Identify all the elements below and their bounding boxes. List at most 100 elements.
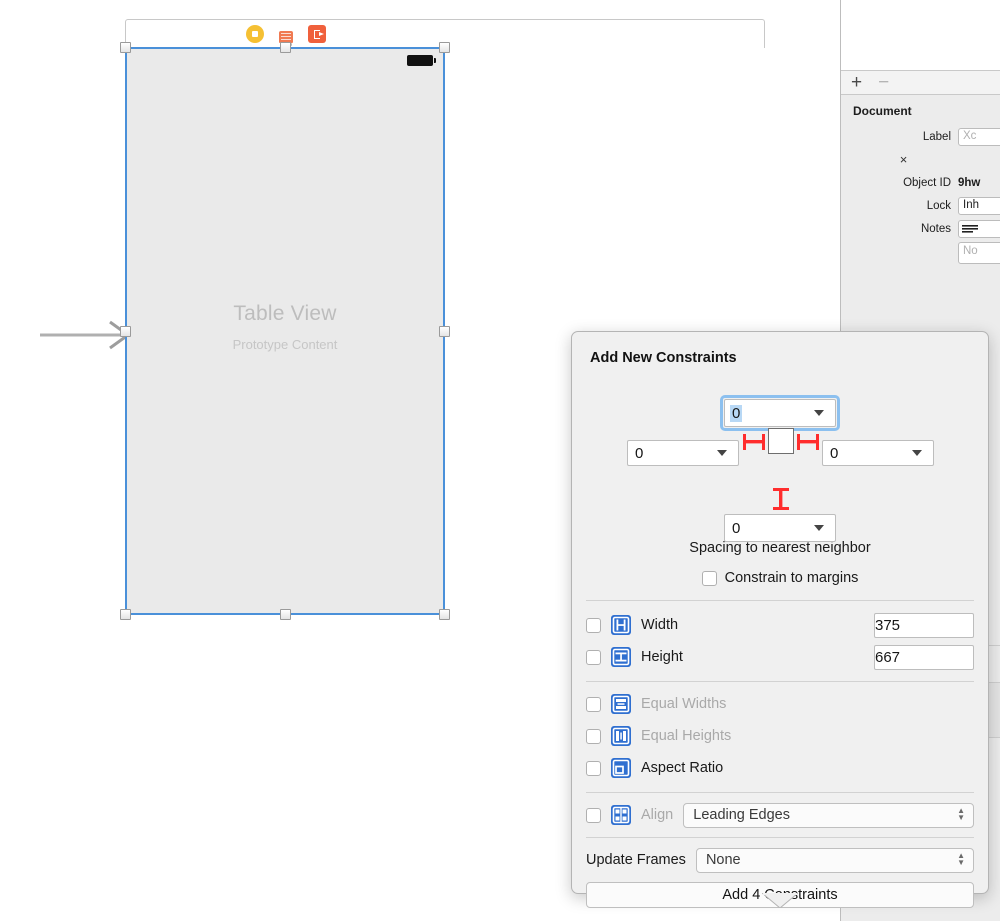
close-icon[interactable]: × [900, 152, 908, 167]
text-lines-icon [962, 224, 978, 234]
constrain-to-margins-row[interactable]: Constrain to margins [572, 570, 988, 586]
top-spacing-combo[interactable]: 0 [724, 399, 836, 427]
chevron-down-icon [912, 450, 922, 456]
object-id-value: 9hw [958, 177, 1000, 189]
top-spacing-value: 0 [730, 405, 742, 422]
height-constraint-row[interactable]: Height 667 [572, 641, 988, 673]
align-popup-button[interactable]: Leading Edges ▲▼ [683, 803, 974, 828]
equal-widths-label: Equal Widths [641, 696, 726, 712]
update-frames-popup-button[interactable]: None ▲▼ [696, 848, 974, 873]
view-controller-icon[interactable] [246, 25, 264, 43]
divider [586, 600, 974, 601]
selection-handle-bottom-left[interactable] [120, 609, 131, 620]
bottom-spacing-value: 0 [725, 520, 740, 537]
notes-area-row: No [841, 240, 1000, 263]
label-input[interactable]: Xc [958, 128, 1000, 146]
selection-handle-top-center[interactable] [280, 42, 291, 53]
aspect-ratio-label: Aspect Ratio [641, 760, 723, 776]
selection-handle-top-left[interactable] [120, 42, 131, 53]
selection-handle-bottom-right[interactable] [439, 609, 450, 620]
height-constraint-icon [611, 647, 631, 667]
table-view-title: Table View [127, 302, 443, 326]
left-spacing-combo[interactable]: 0 [627, 440, 739, 466]
label-row: Label Xc [841, 125, 1000, 148]
right-spacing-combo[interactable]: 0 [822, 440, 934, 466]
table-view-controller-view[interactable]: Table View Prototype Content [125, 47, 445, 615]
lock-popup[interactable]: Inh [958, 197, 1000, 215]
divider [586, 681, 974, 682]
update-frames-label: Update Frames [586, 852, 686, 868]
align-row[interactable]: Align Leading Edges ▲▼ [572, 799, 988, 831]
width-constraint-icon [611, 615, 631, 635]
equal-widths-row[interactable]: Equal Widths [572, 688, 988, 720]
popover-title: Add New Constraints [572, 332, 988, 366]
selection-handle-middle-left[interactable] [120, 326, 131, 337]
aspect-ratio-row[interactable]: Aspect Ratio [572, 752, 988, 784]
chevron-down-icon [814, 410, 824, 416]
height-value-combo[interactable]: 667 [874, 645, 974, 670]
spacing-constraints-area: 0 0 0 0 [572, 366, 988, 544]
align-icon [611, 805, 631, 825]
notes-textarea[interactable]: No [958, 242, 1000, 264]
remove-button[interactable]: − [878, 73, 889, 92]
width-constraint-row[interactable]: Width 375 [572, 609, 988, 641]
label-field-label: Label [923, 131, 951, 143]
constraint-center-square [768, 428, 794, 454]
chevron-down-icon [717, 450, 727, 456]
align-value: Leading Edges [693, 807, 790, 823]
notes-label: Notes [921, 223, 951, 235]
update-frames-row[interactable]: Update Frames None ▲▼ [572, 844, 988, 876]
object-id-row: Object ID 9hw [841, 171, 1000, 194]
constrain-to-margins-checkbox[interactable] [702, 571, 717, 586]
add-new-constraints-popover[interactable]: Add New Constraints 0 0 0 0 [571, 331, 989, 894]
equal-widths-checkbox[interactable] [586, 697, 601, 712]
width-checkbox[interactable] [586, 618, 601, 633]
right-strut-icon[interactable] [796, 432, 820, 452]
clear-label-row: × [841, 148, 1000, 171]
stepper-chevrons-icon: ▲▼ [957, 853, 965, 865]
bottom-spacing-combo[interactable]: 0 [724, 514, 836, 542]
left-spacing-value: 0 [628, 445, 643, 462]
scene-dock-icons [246, 25, 326, 43]
notes-row: Notes [841, 217, 1000, 240]
equal-heights-checkbox[interactable] [586, 729, 601, 744]
left-strut-icon[interactable] [742, 432, 766, 452]
exit-icon[interactable] [308, 25, 326, 43]
chevron-down-icon [814, 525, 824, 531]
right-spacing-value: 0 [823, 445, 838, 462]
constrain-to-margins-label: Constrain to margins [725, 570, 859, 586]
equal-heights-label: Equal Heights [641, 728, 731, 744]
bottom-strut-icon[interactable] [771, 487, 791, 511]
object-id-label: Object ID [903, 177, 951, 189]
popover-tail [762, 893, 798, 908]
lock-label: Lock [927, 200, 951, 212]
update-frames-value: None [706, 852, 741, 868]
aspect-ratio-icon [611, 758, 631, 778]
equal-widths-icon [611, 694, 631, 714]
height-value: 667 [875, 649, 900, 666]
document-section-title: Document [841, 95, 1000, 125]
equal-heights-row[interactable]: Equal Heights [572, 720, 988, 752]
aspect-ratio-checkbox[interactable] [586, 761, 601, 776]
table-view-subtitle: Prototype Content [127, 337, 443, 352]
stepper-chevrons-icon: ▲▼ [957, 808, 965, 820]
align-checkbox[interactable] [586, 808, 601, 823]
selection-handle-middle-right[interactable] [439, 326, 450, 337]
align-label: Align [641, 807, 673, 823]
battery-icon [407, 55, 433, 66]
selection-handle-bottom-center[interactable] [280, 609, 291, 620]
width-value: 375 [875, 617, 900, 634]
notes-format-button[interactable] [958, 220, 1000, 238]
height-label: Height [641, 649, 683, 665]
inspector-add-remove-bar[interactable]: + − [841, 71, 1000, 95]
divider [586, 837, 974, 838]
document-outline-area[interactable] [841, 0, 1000, 71]
height-checkbox[interactable] [586, 650, 601, 665]
equal-heights-icon [611, 726, 631, 746]
width-value-combo[interactable]: 375 [874, 613, 974, 638]
divider [586, 792, 974, 793]
first-responder-icon[interactable] [277, 25, 295, 43]
selection-handle-top-right[interactable] [439, 42, 450, 53]
lock-row: Lock Inh [841, 194, 1000, 217]
add-button[interactable]: + [851, 73, 862, 92]
